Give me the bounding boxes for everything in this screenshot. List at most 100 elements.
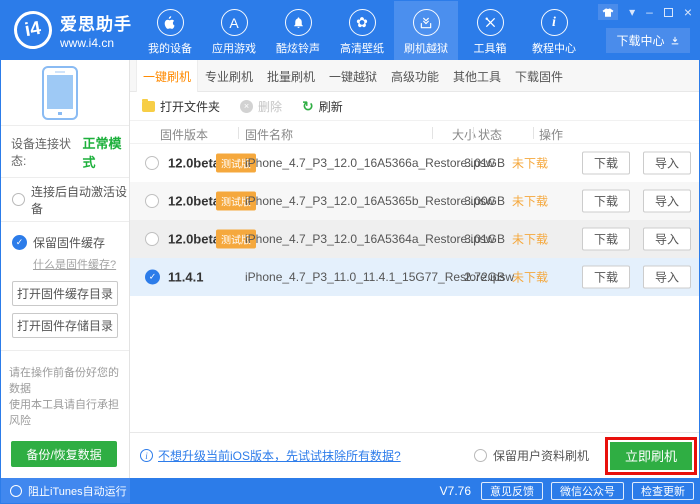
- status-badge: 未下载: [512, 194, 549, 209]
- nav-item-apps[interactable]: A 应用游戏: [202, 0, 266, 60]
- flash-now-button[interactable]: 立即刷机: [610, 441, 692, 470]
- nav-item-flash-jailbreak[interactable]: 刷机越狱: [394, 0, 458, 60]
- wechat-button[interactable]: 微信公众号: [551, 482, 624, 500]
- window-controls: ▾ – ×: [598, 4, 692, 20]
- nav-item-my-device[interactable]: 我的设备: [138, 0, 202, 60]
- open-storage-dir-button[interactable]: 打开固件存储目录: [12, 313, 118, 338]
- auto-activate-label: 连接后自动激活设备: [31, 184, 128, 216]
- status-bar: 阻止iTunes自动运行 V7.76 意见反馈 微信公众号 检查更新: [0, 478, 700, 504]
- i4-logo-icon: i4: [10, 7, 56, 53]
- download-button[interactable]: 下载: [582, 265, 630, 289]
- what-is-cache-link[interactable]: 什么是固件缓存?: [33, 256, 116, 272]
- nav-item-tutorials[interactable]: i 教程中心: [522, 0, 586, 60]
- nav-item-toolbox[interactable]: 工具箱: [458, 0, 522, 60]
- divider: [238, 127, 239, 139]
- row-select-radio[interactable]: [145, 232, 159, 246]
- table-row-selected[interactable]: ✓ 11.4.1 iPhone_4.7_P3_11.0_11.4.1_15G77…: [130, 258, 700, 296]
- col-firmware-name: 固件名称: [245, 128, 294, 142]
- table-row[interactable]: 12.0beta10 测试版 iPhone_4.7_P3_12.0_16A536…: [130, 220, 700, 258]
- backup-restore-button[interactable]: 备份/恢复数据: [11, 441, 117, 467]
- download-button[interactable]: 下载: [582, 151, 630, 175]
- download-icon: [671, 36, 678, 44]
- status-badge: 未下载: [512, 270, 549, 285]
- apple-icon: [156, 9, 184, 36]
- tab-pro-flash[interactable]: 专业刷机: [198, 60, 260, 92]
- sidebar: 设备连接状态: 正常模式 连接后自动激活设备 ✓ 保留固件缓存 什么是固件缓存?…: [0, 60, 130, 484]
- import-button[interactable]: 导入: [643, 189, 691, 213]
- nav-label: 酷炫铃声: [276, 43, 320, 55]
- tab-download-firmware[interactable]: 下载固件: [508, 60, 570, 92]
- delete-icon: ×: [240, 99, 254, 113]
- backup-warning-line2: 使用本工具请自行承担风险: [9, 399, 119, 427]
- header: i4 爱思助手 www.i4.cn 我的设备 A 应用游戏 酷炫铃声 ✿ 高清壁…: [0, 0, 700, 60]
- feedback-button[interactable]: 意见反馈: [481, 482, 543, 500]
- delete-button[interactable]: × 删除: [240, 98, 282, 115]
- import-button[interactable]: 导入: [643, 265, 691, 289]
- app-logo: i4 爱思助手 www.i4.cn: [10, 7, 132, 53]
- row-selected-check-icon[interactable]: ✓: [145, 269, 160, 285]
- check-update-button[interactable]: 检查更新: [632, 482, 694, 500]
- appstore-icon: A: [220, 9, 248, 36]
- refresh-icon: ↻: [302, 97, 314, 114]
- download-center-label: 下载中心: [616, 34, 665, 48]
- tab-one-key-flash[interactable]: 一键刷机: [136, 60, 198, 92]
- tab-one-key-jailbreak[interactable]: 一键越狱: [322, 60, 384, 92]
- divider: [533, 127, 534, 139]
- info-icon: i: [540, 9, 568, 36]
- status-badge: 未下载: [512, 156, 549, 171]
- auto-activate-radio[interactable]: [12, 193, 25, 206]
- nav-label: 应用游戏: [212, 43, 256, 55]
- app-url: www.i4.cn: [60, 36, 115, 50]
- open-cache-dir-button[interactable]: 打开固件缓存目录: [12, 281, 118, 306]
- row-select-radio[interactable]: [145, 194, 159, 208]
- open-folder-label: 打开文件夹: [160, 99, 221, 114]
- download-button[interactable]: 下载: [582, 189, 630, 213]
- delete-label: 删除: [258, 99, 283, 114]
- erase-data-tip-link[interactable]: 不想升级当前iOS版本，先试试抹除所有数据?: [158, 447, 401, 464]
- tab-advanced[interactable]: 高级功能: [384, 60, 446, 92]
- tab-batch-flash[interactable]: 批量刷机: [260, 60, 322, 92]
- download-button[interactable]: 下载: [582, 227, 630, 251]
- table-header: 固件版本 固件名称 大小 状态 操作: [130, 120, 700, 144]
- download-center-button[interactable]: 下载中心: [606, 28, 690, 53]
- minimize-icon[interactable]: –: [646, 5, 653, 19]
- refresh-button[interactable]: ↻ 刷新: [302, 98, 343, 115]
- tools-icon: [476, 9, 504, 36]
- firmware-toolbar: 打开文件夹 × 删除 ↻ 刷新: [130, 92, 700, 120]
- app-version: V7.76: [439, 484, 471, 498]
- import-button[interactable]: 导入: [643, 151, 691, 175]
- row-select-radio[interactable]: [145, 156, 159, 170]
- firmware-size: 3.00GB: [464, 194, 505, 208]
- info-circle-icon: i: [140, 449, 153, 462]
- maximize-icon[interactable]: [663, 7, 673, 17]
- app-title: 爱思助手: [60, 15, 132, 34]
- firmware-size: 3.01GB: [464, 156, 505, 170]
- import-button[interactable]: 导入: [643, 227, 691, 251]
- block-itunes-radio[interactable]: [10, 485, 22, 497]
- col-status: 状态: [478, 128, 503, 142]
- keep-cache-checkbox[interactable]: ✓: [12, 235, 27, 250]
- nav-label: 教程中心: [532, 43, 576, 55]
- flash-box-icon: [412, 9, 440, 36]
- table-row[interactable]: 12.0beta11 测试版 iPhone_4.7_P3_12.0_16A536…: [130, 182, 700, 220]
- nav-item-wallpapers[interactable]: ✿ 高清壁纸: [330, 0, 394, 60]
- table-row[interactable]: 12.0beta12 测试版 iPhone_4.7_P3_12.0_16A536…: [130, 144, 700, 182]
- device-status-label: 设备连接状态:: [11, 136, 72, 168]
- keep-cache-label: 保留固件缓存: [33, 236, 106, 250]
- bell-icon: [284, 9, 312, 36]
- backup-warning-line1: 请在操作前备份好您的数据: [9, 367, 119, 395]
- skin-icon[interactable]: [598, 4, 619, 20]
- firmware-size: 2.72GB: [464, 270, 505, 284]
- col-firmware-version: 固件版本: [160, 128, 209, 142]
- nav-item-ringtones[interactable]: 酷炫铃声: [266, 0, 330, 60]
- tab-other-tools[interactable]: 其他工具: [446, 60, 508, 92]
- close-icon[interactable]: ×: [684, 5, 692, 19]
- flower-icon: ✿: [348, 9, 376, 36]
- firmware-version: 11.4.1: [168, 269, 204, 285]
- open-folder-button[interactable]: 打开文件夹: [142, 98, 220, 115]
- menu-chevron-icon[interactable]: ▾: [629, 5, 635, 19]
- firmware-name: iPhone_4.7_P3_12.0_16A5365b_Restore.ipsw: [245, 194, 495, 208]
- tab-bar: 一键刷机 专业刷机 批量刷机 一键越狱 高级功能 其他工具 下载固件: [130, 60, 700, 92]
- firmware-size: 3.01GB: [464, 232, 505, 246]
- keep-user-data-radio[interactable]: [473, 449, 487, 462]
